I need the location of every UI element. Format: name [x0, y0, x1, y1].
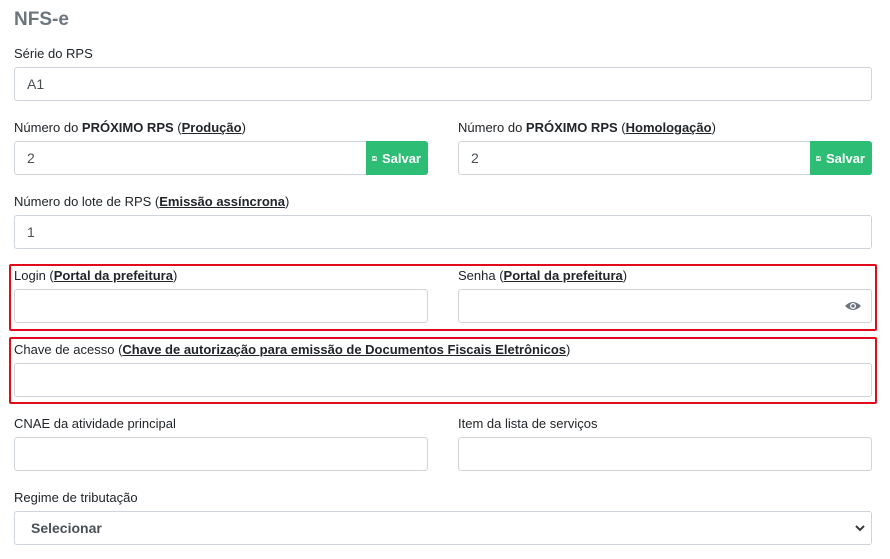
- save-icon: [372, 155, 377, 161]
- regime-selected-value: Selecionar: [31, 520, 102, 536]
- save-homologacao-button[interactable]: Salvar: [810, 141, 872, 175]
- regime-label: Regime de tributação: [14, 490, 138, 505]
- serie-input[interactable]: A1: [14, 67, 872, 101]
- login-label: Login (Portal da prefeitura): [14, 268, 178, 283]
- lote-input[interactable]: 1: [14, 215, 872, 249]
- chevron-down-icon: [855, 525, 865, 532]
- senha-input[interactable]: [458, 289, 872, 323]
- senha-label: Senha (Portal da prefeitura): [458, 268, 628, 283]
- item-lista-label: Item da lista de serviços: [458, 416, 598, 431]
- proximo-producao-input[interactable]: 2: [14, 141, 367, 175]
- serie-label: Série do RPS: [14, 46, 93, 61]
- emissao-assincrona-link[interactable]: Emissão assíncrona: [159, 194, 285, 209]
- homologacao-link[interactable]: Homologação: [626, 120, 712, 135]
- regime-select[interactable]: Selecionar: [14, 511, 872, 545]
- proximo-homologacao-label: Número do PRÓXIMO RPS (Homologação): [458, 120, 716, 135]
- senha-portal-link[interactable]: Portal da prefeitura: [504, 268, 623, 283]
- cnae-label: CNAE da atividade principal: [14, 416, 176, 431]
- item-lista-input[interactable]: [458, 437, 872, 471]
- cnae-input[interactable]: [14, 437, 428, 471]
- chave-autorizacao-link[interactable]: Chave de autorização para emissão de Doc…: [122, 342, 566, 357]
- chave-label: Chave de acesso (Chave de autorização pa…: [14, 342, 571, 357]
- login-input[interactable]: [14, 289, 428, 323]
- chave-input[interactable]: [14, 363, 872, 397]
- lote-label: Número do lote de RPS (Emissão assíncron…: [14, 194, 290, 209]
- page-title: NFS-e: [14, 9, 69, 30]
- producao-link[interactable]: Produção: [182, 120, 242, 135]
- proximo-homologacao-input[interactable]: 2: [458, 141, 811, 175]
- login-portal-link[interactable]: Portal da prefeitura: [54, 268, 173, 283]
- eye-icon[interactable]: [844, 300, 862, 312]
- save-icon: [816, 155, 821, 161]
- save-producao-button[interactable]: Salvar: [366, 141, 428, 175]
- proximo-producao-label: Número do PRÓXIMO RPS (Produção): [14, 120, 246, 135]
